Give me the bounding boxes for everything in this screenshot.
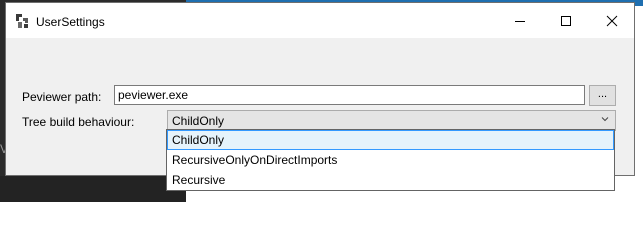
chevron-down-icon[interactable] [600,114,610,124]
maximize-icon [561,15,571,26]
close-button[interactable] [589,3,635,38]
tree-build-dropdown-list: ChildOnly RecursiveOnlyOnDirectImports R… [166,129,615,191]
dropdown-option[interactable]: Recursive [167,170,614,190]
close-icon [606,15,618,26]
peviewer-path-input[interactable]: peviewer.exe [114,85,585,105]
minimize-icon [515,20,525,22]
peviewer-path-label: Peviewer path: [22,90,102,104]
window-title: UserSettings [36,15,105,29]
maximize-button[interactable] [543,3,589,38]
dropdown-option[interactable]: RecursiveOnlyOnDirectImports [167,150,614,170]
tree-build-behaviour-label: Tree build behaviour: [22,115,135,129]
tree-build-behaviour-combobox[interactable]: ChildOnly [167,110,616,131]
title-bar[interactable]: UserSettings [6,3,634,38]
minimize-button[interactable] [497,3,543,38]
browse-button[interactable]: ... [589,85,616,106]
background-dark-strip [0,176,186,202]
dropdown-option[interactable]: ChildOnly [167,130,614,150]
background-right-edge [635,6,643,176]
app-icon [16,14,28,28]
combobox-selected-value: ChildOnly [172,114,225,128]
